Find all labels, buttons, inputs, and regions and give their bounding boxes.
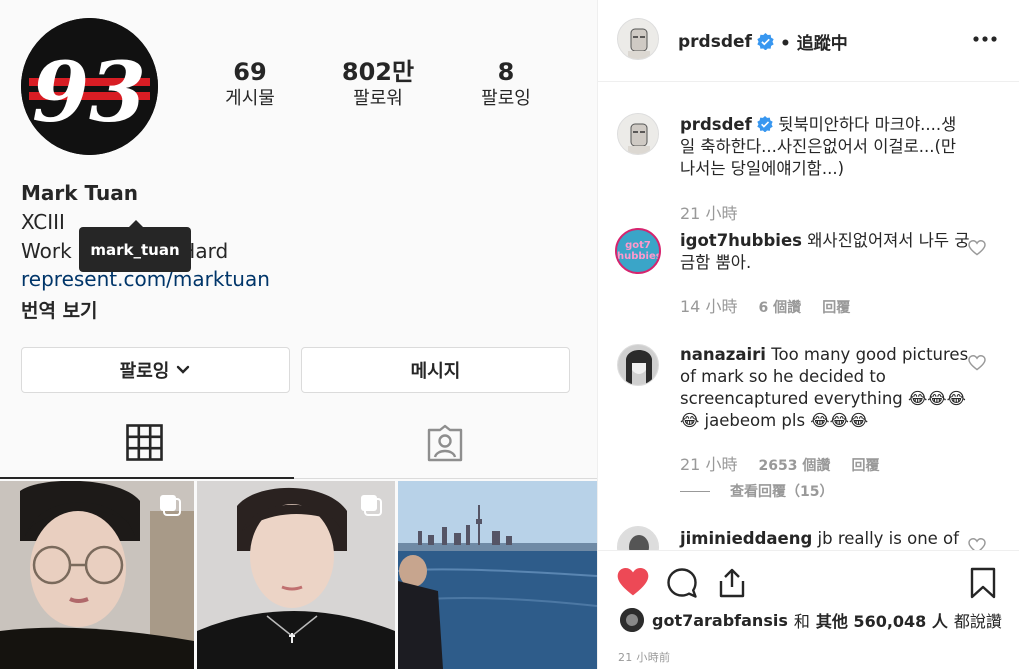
post-thumbnail-3-image <box>398 481 597 669</box>
multiple-posts-icon <box>160 495 181 516</box>
more-options-icon[interactable] <box>972 35 998 43</box>
multiple-posts-icon <box>361 495 382 516</box>
comment-time: 14 小時 <box>680 297 738 316</box>
liked-by-username[interactable]: got7arabfansis <box>652 611 788 630</box>
chevron-down-icon <box>177 365 190 374</box>
heart-outline-icon[interactable] <box>968 355 986 371</box>
comment-likes[interactable]: 2653 個讚 <box>759 458 831 474</box>
comment-reply[interactable]: 回覆 <box>851 458 879 474</box>
profile-name: Mark Tuan <box>21 181 138 205</box>
likes-and: 和 <box>793 612 810 631</box>
comment-avatar-text: got7 hubbies <box>617 240 661 262</box>
comment-likes[interactable]: 6 個讚 <box>759 300 802 316</box>
verified-badge-icon <box>757 116 773 132</box>
message-button[interactable]: 메시지 <box>301 347 570 393</box>
comment: nanazairi Too many good pictures of mark… <box>680 344 970 432</box>
comment-time: 21 小時 <box>680 455 738 474</box>
verified-badge-icon <box>757 33 774 50</box>
comments-list: prdsdef 뒷북미안하다 마크야....생일 축하한다...사진은없어서 이… <box>598 83 1019 550</box>
liker-avatar[interactable] <box>620 608 644 632</box>
liker-avatar-image <box>620 608 644 632</box>
comment-avatar[interactable]: got7 hubbies <box>615 228 661 274</box>
caption-username[interactable]: prdsdef <box>680 115 752 134</box>
bookmark-icon[interactable] <box>970 567 996 599</box>
caption-avatar-image <box>618 114 658 154</box>
profile-avatar[interactable]: 93 <box>21 18 158 155</box>
author-avatar-image <box>618 19 658 59</box>
bio-line-1: XCIII <box>21 210 65 234</box>
caption-author-avatar[interactable] <box>617 113 659 155</box>
comment-username[interactable]: nanazairi <box>680 345 766 364</box>
likes-summary: got7arabfansis 和 其他 560,048 人 都說讚 <box>620 608 1002 632</box>
caption-time: 21 小時 <box>680 204 738 223</box>
grid-icon[interactable] <box>126 424 163 461</box>
post-header: prdsdef • 追蹤中 <box>598 0 1019 82</box>
heart-outline-icon[interactable] <box>968 240 986 256</box>
following-count[interactable]: 8 팔로잉 <box>451 58 561 112</box>
comment-username[interactable]: jiminieddaeng <box>680 529 812 548</box>
comment-icon[interactable] <box>666 567 698 599</box>
posts-count-label: 게시물 <box>225 88 275 109</box>
avatar-logo-text: 93 <box>32 45 146 141</box>
posts-count: 69 게시물 <box>195 58 305 112</box>
caption: prdsdef 뒷북미안하다 마크야....생일 축하한다...사진은없어서 이… <box>680 114 970 180</box>
comment-avatar-image <box>618 527 658 550</box>
following-count-value: 8 <box>497 58 515 86</box>
view-replies[interactable]: 查看回覆（15） <box>680 481 833 501</box>
translate-link[interactable]: 번역 보기 <box>21 296 98 323</box>
post-thumbnail-2[interactable] <box>197 481 395 669</box>
followers-count-value: 802만 <box>341 58 415 86</box>
post-thumbnail-1[interactable] <box>0 481 194 669</box>
author-avatar[interactable] <box>617 18 659 60</box>
heart-icon[interactable] <box>617 567 649 597</box>
following-button[interactable]: 팔로잉 <box>21 347 290 393</box>
profile-avatar-logo: 93 <box>21 18 158 155</box>
view-replies-label: 查看回覆（15） <box>730 484 834 500</box>
comment-meta: 21 小時 2653 個讚 回覆 <box>680 451 879 475</box>
comment-avatar[interactable] <box>617 526 659 550</box>
post-timestamp[interactable]: 21 小時前 <box>618 649 670 665</box>
comment-avatar[interactable] <box>617 344 659 386</box>
comment-reply[interactable]: 回覆 <box>822 300 850 316</box>
comment-username[interactable]: igot7hubbies <box>680 231 802 250</box>
post-thumbnail-3[interactable] <box>398 481 597 669</box>
message-button-label: 메시지 <box>410 361 461 382</box>
author-row: prdsdef • 追蹤中 <box>678 29 848 55</box>
posts-count-value: 69 <box>233 58 267 86</box>
tagged-icon[interactable] <box>426 424 464 462</box>
comment: igot7hubbies 왜사진없어져서 나두 궁금함 뿜아. <box>680 230 970 274</box>
likes-suffix: 都說讚 <box>953 612 1002 631</box>
heart-outline-icon[interactable] <box>968 538 986 550</box>
comment: jiminieddaeng jb really is one of a <box>680 528 970 550</box>
comment-meta: 14 小時 6 個讚 回覆 <box>680 293 850 317</box>
likes-others[interactable]: 其他 560,048 人 <box>816 608 948 632</box>
username-tooltip: mark_tuan <box>79 220 191 272</box>
replies-divider <box>680 490 710 492</box>
post-detail-pane: prdsdef • 追蹤中 prdsdef 뒷북미안하다 마크야....생일 축… <box>597 0 1019 669</box>
following-count-label: 팔로잉 <box>481 88 531 109</box>
author-username[interactable]: prdsdef <box>678 32 752 52</box>
followers-count[interactable]: 802만 팔로워 <box>323 58 433 112</box>
comment-avatar-image <box>618 345 658 385</box>
active-tab-indicator <box>0 477 294 479</box>
profile-pane: 93 69 게시물 802만 팔로워 8 팔로잉 Mark Tuan XCIII… <box>0 0 597 669</box>
following-button-label: 팔로잉 <box>119 361 170 382</box>
followers-count-label: 팔로워 <box>353 88 403 109</box>
share-icon[interactable] <box>717 567 747 599</box>
follow-status[interactable]: • 追蹤中 <box>780 29 848 54</box>
